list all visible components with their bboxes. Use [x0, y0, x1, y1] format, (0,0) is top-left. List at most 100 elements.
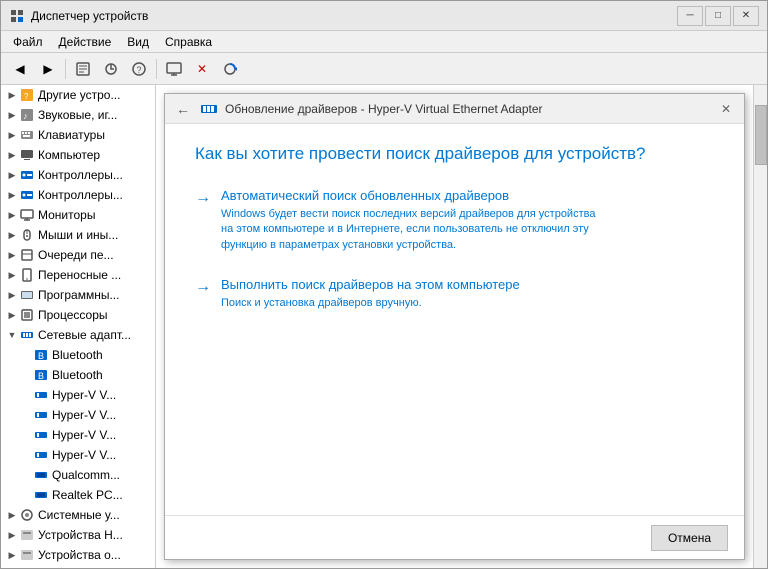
tree-label-processors: Процессоры [38, 308, 108, 322]
tree-item-keyboards[interactable]: ▶ Клавиатуры [1, 125, 155, 145]
tree-label-bluetooth1: Bluetooth [52, 348, 103, 362]
tree-icon-hyperv4 [33, 447, 49, 463]
tree-label-monitors: Мониторы [38, 208, 95, 222]
tree-icon-network [19, 327, 35, 343]
tree-spacer-hv2-1 [5, 408, 19, 422]
tree-label-software: Программны... [38, 288, 119, 302]
dialog-body: Как вы хотите провести поиск драйверов д… [165, 124, 744, 515]
tree-item-monitors[interactable]: ▶ Мониторы [1, 205, 155, 225]
tree-label-hyperv4: Hyper-V V... [52, 448, 116, 462]
menu-file[interactable]: Файл [5, 33, 51, 51]
tree-item-system[interactable]: ▶ Системные у... [1, 505, 155, 525]
manual-search-content: Выполнить поиск драйверов на этом компью… [221, 277, 520, 311]
tree-item-devices-o[interactable]: ▶ Устройства о... [1, 545, 155, 565]
tree-arrow-bt1 [5, 348, 19, 362]
tree-item-other-devices[interactable]: ▶ ? Другие устро... [1, 85, 155, 105]
manual-search-option[interactable]: → Выполнить поиск драйверов на этом комп… [195, 277, 714, 311]
tree-spacer-bt2-2 [19, 368, 33, 382]
properties-button[interactable] [70, 57, 96, 81]
tree-item-controllers1[interactable]: ▶ Контроллеры... [1, 165, 155, 185]
svg-text:?: ? [137, 65, 142, 75]
toolbar-separator-2 [156, 59, 157, 79]
tree-item-hyperv2[interactable]: Hyper-V V... [1, 405, 155, 425]
tree-item-hyperv1[interactable]: Hyper-V V... [1, 385, 155, 405]
tree-item-hyperv3[interactable]: Hyper-V V... [1, 425, 155, 445]
tree-item-hyperv4[interactable]: Hyper-V V... [1, 445, 155, 465]
auto-search-arrow: → [195, 189, 211, 207]
tree-arrow-bt1-2 [19, 348, 33, 362]
tree-item-bluetooth1[interactable]: B Bluetooth [1, 345, 155, 365]
driver-update-dialog: ← Обновление драйверов - Hyper-V Virtual… [164, 93, 745, 560]
tree-item-controllers2[interactable]: ▶ Контроллеры... [1, 185, 155, 205]
dialog-back-button[interactable]: ← [173, 99, 193, 119]
tree-arrow-mice: ▶ [5, 228, 19, 242]
tree-spacer-hv1-2 [19, 388, 33, 402]
back-button[interactable]: ◀ [7, 57, 33, 81]
tree-item-network-adapters[interactable]: ▼ Сетевые адапт... [1, 325, 155, 345]
svg-text:♪: ♪ [23, 111, 28, 121]
tree-item-software[interactable]: ▶ Программны... [1, 285, 155, 305]
tree-icon-sound: ♪ [19, 107, 35, 123]
maximize-button[interactable]: □ [705, 6, 731, 26]
tree-label-other-devices: Другие устро... [38, 88, 120, 102]
scrollbar-track [753, 85, 767, 568]
menu-action[interactable]: Действие [51, 33, 120, 51]
dialog-close-button[interactable]: ✕ [716, 99, 736, 119]
tree-item-mice[interactable]: ▶ Мыши и ины... [1, 225, 155, 245]
forward-button[interactable]: ▶ [35, 57, 61, 81]
tree-icon-hyperv1 [33, 387, 49, 403]
menu-help[interactable]: Справка [157, 33, 220, 51]
tree-item-sound[interactable]: ▶ ♪ Звуковые, иг... [1, 105, 155, 125]
manual-search-arrow: → [195, 278, 211, 296]
tree-item-devices-n[interactable]: ▶ Устройства Н... [1, 525, 155, 545]
auto-search-option[interactable]: → Автоматический поиск обновленных драйв… [195, 188, 714, 253]
remove-button[interactable]: ✕ [189, 57, 215, 81]
tree-arrow-devo: ▶ [5, 548, 19, 562]
tree-icon-software [19, 287, 35, 303]
tree-spacer-qc-1 [5, 468, 19, 482]
tree-arrow-other: ▶ [5, 88, 19, 102]
tree-item-bluetooth2[interactable]: B Bluetooth [1, 365, 155, 385]
tree-item-qualcomm[interactable]: Qualcomm... [1, 465, 155, 485]
tree-arrow-monitors: ▶ [5, 208, 19, 222]
tree-label-hyperv3: Hyper-V V... [52, 428, 116, 442]
auto-search-title: Автоматический поиск обновленных драйвер… [221, 188, 601, 203]
monitor-button[interactable] [161, 57, 187, 81]
tree-label-bluetooth2: Bluetooth [52, 368, 103, 382]
dialog-title-bar: ← Обновление драйверов - Hyper-V Virtual… [165, 94, 744, 124]
tree-item-realtek[interactable]: Realtek PC... [1, 485, 155, 505]
tree-item-processors[interactable]: ▶ Процессоры [1, 305, 155, 325]
tree-spacer-hv3-1 [5, 428, 19, 442]
main-window: Диспетчер устройств ─ □ ✕ Файл Действие … [0, 0, 768, 569]
tree-icon-devo [19, 547, 35, 563]
tree-arrow-system: ▶ [5, 508, 19, 522]
tree-arrow-queues: ▶ [5, 248, 19, 262]
toolbar: ◀ ▶ ? [1, 53, 767, 85]
tree-icon-processors [19, 307, 35, 323]
manual-search-desc: Поиск и установка драйверов вручную. [221, 296, 520, 311]
scrollbar-thumb[interactable] [755, 105, 767, 165]
tree-arrow-computer: ▶ [5, 148, 19, 162]
help-button[interactable]: ? [126, 57, 152, 81]
tree-spacer-qc-2 [19, 468, 33, 482]
right-panel: ← Обновление драйверов - Hyper-V Virtual… [156, 85, 753, 568]
tree-arrow-software: ▶ [5, 288, 19, 302]
svg-text:B: B [38, 371, 44, 381]
tree-arrow-keyboards: ▶ [5, 128, 19, 142]
tree-item-portable[interactable]: ▶ Переносные ... [1, 265, 155, 285]
tree-label-system: Системные у... [38, 508, 120, 522]
tree-label-devices-o: Устройства о... [38, 548, 121, 562]
auto-search-content: Автоматический поиск обновленных драйвер… [221, 188, 601, 253]
tree-item-queues[interactable]: ▶ Очереди пе... [1, 245, 155, 265]
menu-view[interactable]: Вид [119, 33, 157, 51]
tree-label-computer: Компьютер [38, 148, 100, 162]
tree-arrow-processors: ▶ [5, 308, 19, 322]
update-button[interactable] [98, 57, 124, 81]
tree-label-portable: Переносные ... [38, 268, 121, 282]
tree-item-computer[interactable]: ▶ Компьютер [1, 145, 155, 165]
scan-button[interactable] [217, 57, 243, 81]
cancel-button[interactable]: Отмена [651, 525, 728, 551]
minimize-button[interactable]: ─ [677, 6, 703, 26]
tree-icon-portable [19, 267, 35, 283]
close-button[interactable]: ✕ [733, 6, 759, 26]
